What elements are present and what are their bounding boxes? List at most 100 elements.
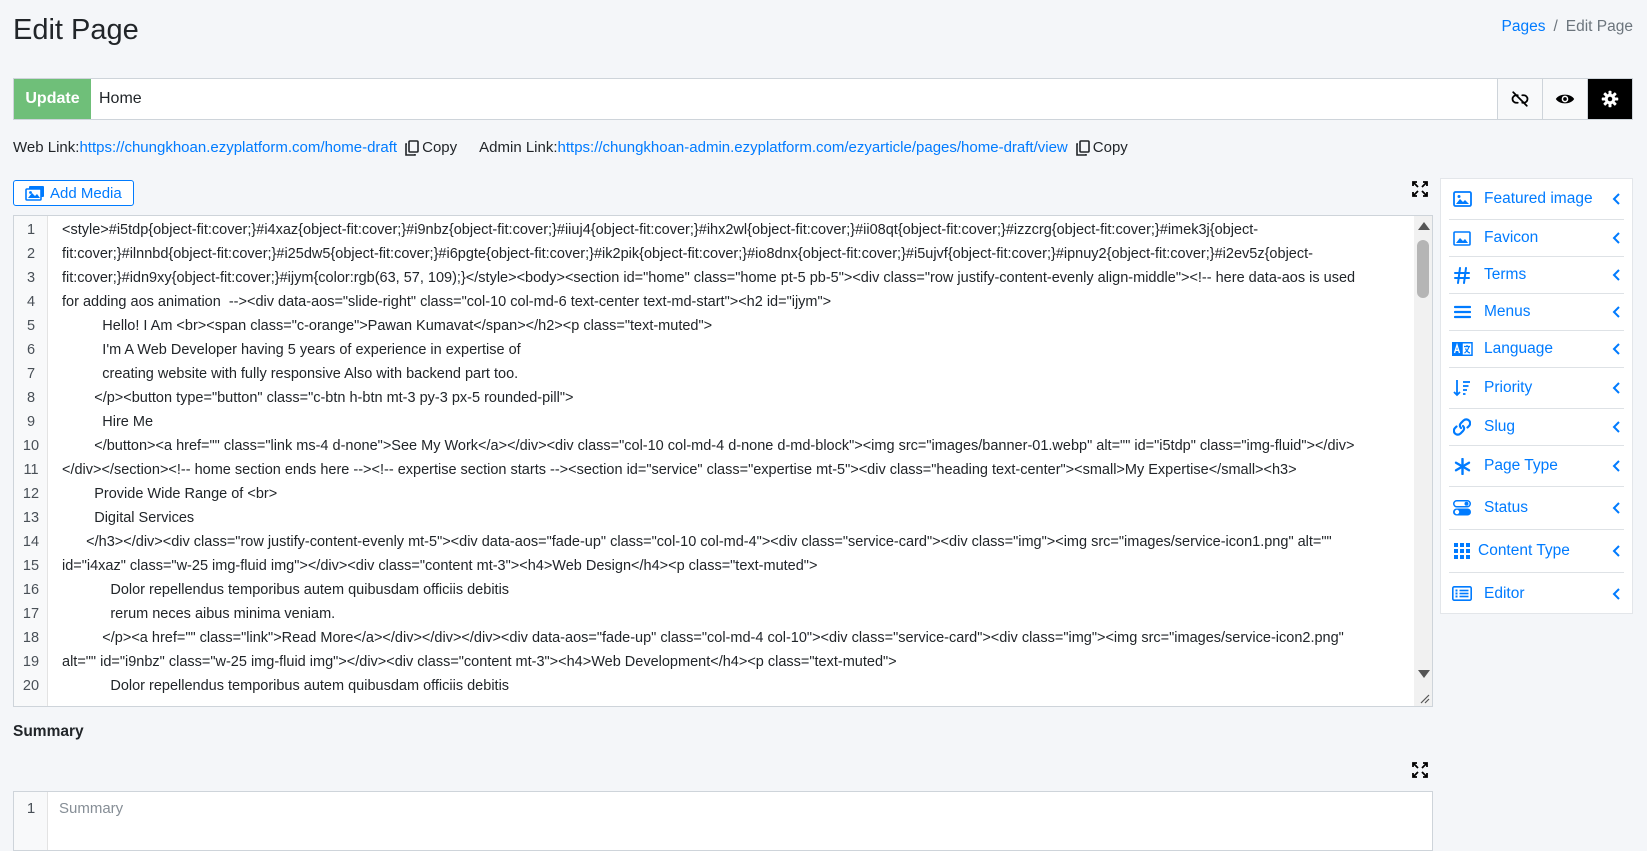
language-icon: [1451, 338, 1473, 360]
code-text[interactable]: for adding aos animation --><div data-ao…: [48, 290, 831, 314]
sidebar-item-status[interactable]: Status: [1449, 487, 1624, 530]
sidebar-item-priority[interactable]: Priority: [1449, 368, 1624, 409]
sidebar-item-menus[interactable]: Menus: [1449, 294, 1624, 331]
chevron-left-icon: [1612, 193, 1622, 205]
code-text[interactable]: fit:cover;}#idn9xy{object-fit:cover;}#ij…: [48, 266, 1355, 290]
code-text[interactable]: Digital Services: [48, 506, 194, 530]
line-number: 1: [26, 800, 36, 817]
code-line[interactable]: 1 <style>#i5tdp{object-fit:cover;}#i4xaz{…: [14, 218, 1409, 242]
code-text[interactable]: Hire Me: [48, 410, 153, 434]
add-media-button[interactable]: Add Media: [13, 180, 134, 206]
content-code-editor[interactable]: 1 <style>#i5tdp{object-fit:cover;}#i4xaz{…: [13, 215, 1433, 707]
code-text[interactable]: <style>#i5tdp{object-fit:cover;}#i4xaz{o…: [48, 218, 1258, 242]
code-text[interactable]: </div></section><!-- home section ends h…: [48, 458, 1297, 482]
update-button[interactable]: Update: [14, 79, 91, 119]
code-text[interactable]: alt="" id="i9nbz" class="w-25 img-fluid …: [48, 650, 897, 674]
code-line[interactable]: 9 Hire Me: [14, 410, 1409, 434]
code-line[interactable]: 20 Dolor repellendus temporibus autem qu…: [14, 674, 1409, 698]
page-title-input[interactable]: [91, 79, 1497, 119]
sidebar-item-label: Menus: [1484, 303, 1531, 320]
code-line[interactable]: 3 fit:cover;}#idn9xy{object-fit:cover;}#i…: [14, 266, 1409, 290]
code-line[interactable]: 10 </button><a href="" class="link ms-4 …: [14, 434, 1409, 458]
preview-button[interactable]: [1542, 79, 1587, 119]
scroll-thumb[interactable]: [1417, 240, 1429, 298]
code-line[interactable]: 12 Provide Wide Range of <br>: [14, 482, 1409, 506]
code-text[interactable]: Dolor repellendus temporibus autem quibu…: [48, 674, 509, 698]
chevron-left-icon: [1612, 502, 1622, 514]
code-line[interactable]: 18 </p><a href="" class="link">Read More…: [14, 626, 1409, 650]
image-icon: [1451, 188, 1473, 210]
picture-icon: [1451, 227, 1473, 249]
sidebar-item-language[interactable]: Language: [1449, 331, 1624, 368]
web-link-url[interactable]: https://chungkhoan.ezyplatform.com/home-…: [79, 139, 397, 156]
code-text[interactable]: </p><a href="" class="link">Read More</a…: [48, 626, 1344, 650]
code-line[interactable]: 11 </div></section><!-- home section ends…: [14, 458, 1409, 482]
code-text[interactable]: fit:cover;}#ilnnbd{object-fit:cover;}#i2…: [48, 242, 1313, 266]
code-text[interactable]: I'm A Web Developer having 5 years of ex…: [48, 338, 520, 362]
line-number: 8: [26, 390, 36, 406]
code-line[interactable]: 8 </p><button type="button" class="c-btn…: [14, 386, 1409, 410]
code-text[interactable]: creating website with fully responsive A…: [48, 362, 518, 386]
scroll-up-arrow[interactable]: [1418, 222, 1430, 230]
code-line[interactable]: 6 I'm A Web Developer having 5 years of …: [14, 338, 1409, 362]
summary-editor[interactable]: 1 Summary: [13, 791, 1433, 851]
admin-link-url[interactable]: https://chungkhoan-admin.ezyplatform.com…: [558, 139, 1068, 156]
vertical-scrollbar[interactable]: [1414, 216, 1432, 706]
code-line[interactable]: 14 </h3></div><div class="row justify-co…: [14, 530, 1409, 554]
code-text[interactable]: Dolor repellendus temporibus autem quibu…: [48, 578, 509, 602]
sidebar-item-content-type[interactable]: Content Type: [1449, 530, 1624, 573]
code-text[interactable]: id="i4xaz" class="w-25 img-fluid img"></…: [48, 554, 817, 578]
copy-admin-link-button[interactable]: Copy: [1075, 139, 1128, 156]
code-line[interactable]: 4 for adding aos animation --><div data-a…: [14, 290, 1409, 314]
code-text[interactable]: </p><button type="button" class="c-btn h…: [48, 386, 573, 410]
code-area[interactable]: 1 <style>#i5tdp{object-fit:cover;}#i4xaz{…: [14, 218, 1409, 698]
line-number: 16: [22, 582, 40, 598]
line-number: 5: [26, 318, 36, 334]
expand-icon[interactable]: [1412, 762, 1428, 778]
code-text[interactable]: </button><a href="" class="link ms-4 d-n…: [48, 434, 1354, 458]
resize-handle-icon[interactable]: [1418, 692, 1430, 704]
sidebar-item-label: Content Type: [1478, 542, 1570, 559]
copy-web-link-button[interactable]: Copy: [405, 139, 457, 156]
code-line[interactable]: 13 Digital Services: [14, 506, 1409, 530]
add-media-label: Add Media: [50, 184, 122, 202]
scroll-down-arrow[interactable]: [1418, 670, 1430, 678]
code-text[interactable]: Hello! I Am <br><span class="c-orange">P…: [48, 314, 712, 338]
code-line[interactable]: 16 Dolor repellendus temporibus autem qu…: [14, 578, 1409, 602]
line-number: 4: [26, 294, 36, 310]
chevron-left-icon: [1612, 587, 1622, 600]
line-number: 13: [22, 510, 40, 526]
breadcrumb-pages-link[interactable]: Pages: [1502, 18, 1546, 35]
sidebar-item-favicon[interactable]: Favicon: [1449, 220, 1624, 257]
code-text[interactable]: rerum neces aibus minima veniam.: [48, 602, 335, 626]
code-line[interactable]: 5 Hello! I Am <br><span class="c-orange"…: [14, 314, 1409, 338]
sidebar-item-featured-image[interactable]: Featured image: [1449, 179, 1624, 220]
sidebar-item-label: Slug: [1484, 418, 1516, 435]
code-line[interactable]: 19 alt="" id="i9nbz" class="w-25 img-flui…: [14, 650, 1409, 674]
line-number: 12: [22, 486, 40, 502]
sidebar-item-page-type[interactable]: Page Type: [1449, 446, 1624, 487]
sidebar-item-terms[interactable]: Terms: [1449, 257, 1624, 294]
sidebar-item-label: Favicon: [1484, 229, 1539, 246]
list-alt-icon: [1451, 583, 1473, 605]
link-icon: [1451, 416, 1473, 438]
settings-button[interactable]: [1587, 79, 1632, 119]
sidebar-item-label: Terms: [1484, 266, 1527, 283]
code-text[interactable]: Provide Wide Range of <br>: [48, 482, 277, 506]
breadcrumb: Pages / Edit Page: [1502, 18, 1633, 36]
chevron-left-icon: [1612, 343, 1622, 355]
sidebar-item-editor[interactable]: Editor: [1449, 573, 1624, 614]
code-line[interactable]: 7 creating website with fully responsive…: [14, 362, 1409, 386]
expand-icon[interactable]: [1412, 181, 1428, 197]
line-number: 15: [22, 558, 40, 574]
code-line[interactable]: 15 id="i4xaz" class="w-25 img-fluid img">…: [14, 554, 1409, 578]
line-number: 7: [26, 366, 36, 382]
line-number: 10: [22, 438, 40, 454]
sidebar-item-slug[interactable]: Slug: [1449, 409, 1624, 446]
line-number: 19: [22, 654, 40, 670]
code-line[interactable]: 2 fit:cover;}#ilnnbd{object-fit:cover;}#i…: [14, 242, 1409, 266]
code-line[interactable]: 17 rerum neces aibus minima veniam.: [14, 602, 1409, 626]
code-text[interactable]: </h3></div><div class="row justify-conte…: [48, 530, 1332, 554]
links-row: Web Link: https://chungkhoan.ezyplatform.…: [13, 139, 1150, 156]
unlink-button[interactable]: [1497, 79, 1542, 119]
